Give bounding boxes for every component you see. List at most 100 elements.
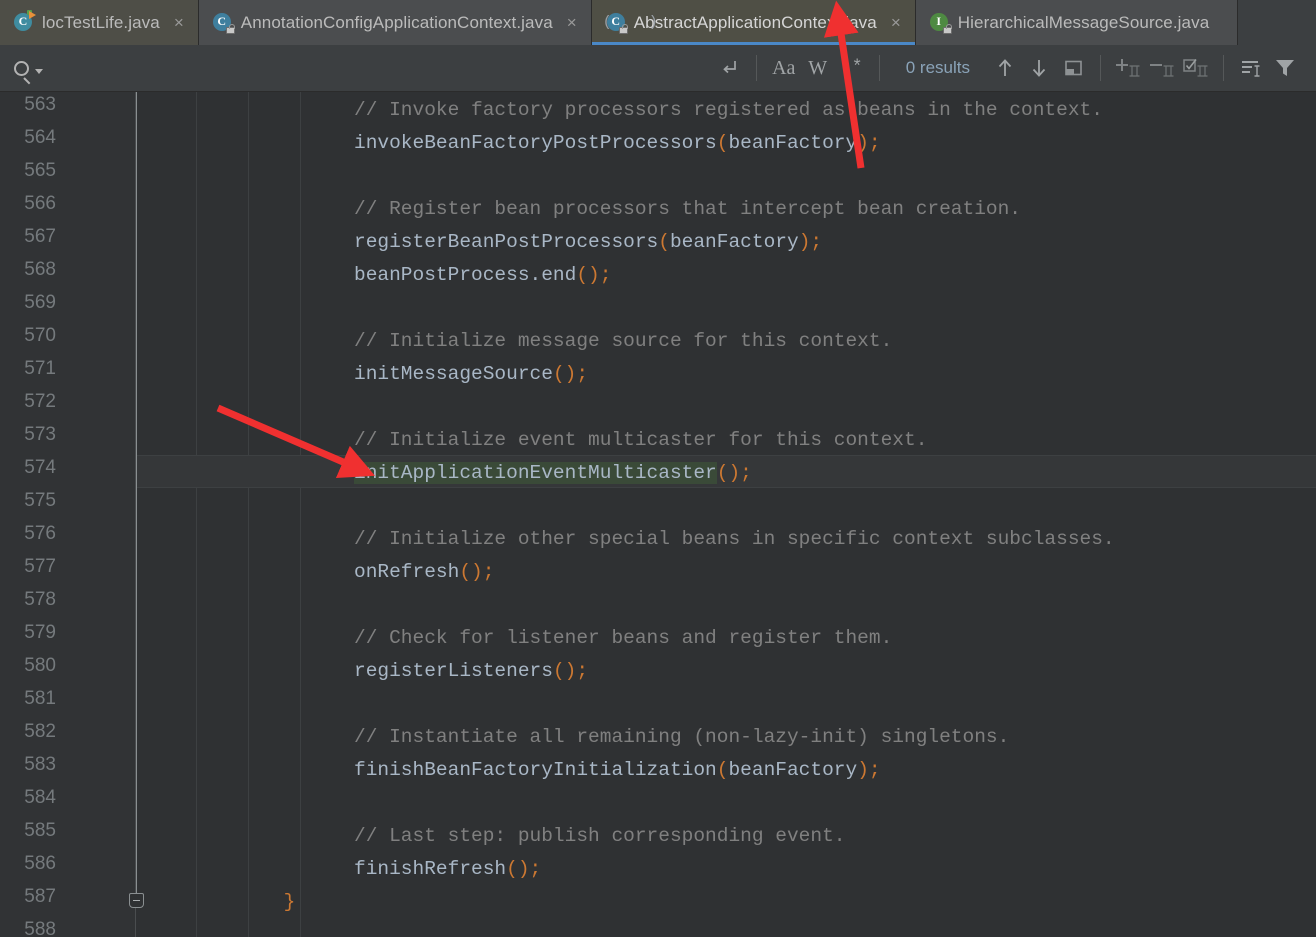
code-line-text: // Initialize event multicaster for this…: [0, 424, 927, 457]
editor-tab-label: AnnotationConfigApplicationContext.java: [240, 12, 553, 32]
find-previous-button[interactable]: [988, 51, 1022, 85]
code-token: (): [576, 264, 600, 286]
code-line[interactable]: [0, 919, 1316, 937]
code-line[interactable]: // Last step: publish corresponding even…: [0, 820, 1316, 853]
regex-toggle[interactable]: .*: [835, 51, 869, 85]
code-token: beanFactory: [669, 231, 799, 253]
close-icon[interactable]: ×: [565, 14, 579, 31]
editor-tab-AbstractApplicationContext[interactable]: ( ) C AbstractApplicationContext.java ×: [591, 0, 916, 45]
code-token: invokeBeanFactoryPostProcessors: [354, 132, 717, 154]
code-line[interactable]: // Invoke factory processors registered …: [0, 94, 1316, 127]
code-line[interactable]: // Check for listener beans and register…: [0, 622, 1316, 655]
code-line[interactable]: beanPostProcess.end();: [0, 259, 1316, 292]
editor-tab-bar: C locTestLife.java × C AnnotationConfigA…: [0, 0, 1316, 45]
code-line-text: initMessageSource();: [0, 358, 588, 391]
new-line-search-toggle[interactable]: [712, 51, 746, 85]
code-token: .: [529, 264, 542, 286]
arrow-down-icon: [1032, 60, 1046, 77]
toolbar-divider: [1223, 55, 1224, 81]
checkbox-caret-icon: [1183, 59, 1208, 77]
code-line-text: registerListeners();: [0, 655, 588, 688]
code-line[interactable]: finishBeanFactoryInitialization(beanFact…: [0, 754, 1316, 787]
code-token: registerBeanPostProcessors: [354, 231, 659, 253]
code-token: registerListeners: [354, 660, 553, 682]
code-token: ;: [529, 858, 542, 880]
code-token: end: [541, 264, 577, 286]
toolbar-divider: [878, 55, 880, 81]
code-token: (: [716, 132, 729, 154]
match-case-toggle[interactable]: Aa: [767, 51, 801, 85]
code-token: // Check for listener beans and register…: [354, 627, 893, 649]
code-line-text: // Check for listener beans and register…: [0, 622, 892, 655]
chevron-down-icon[interactable]: [35, 68, 43, 74]
results-count-label: 0 results: [905, 58, 970, 77]
code-line[interactable]: initApplicationEventMulticaster();: [0, 457, 1316, 490]
select-all-lines-button[interactable]: [1179, 51, 1213, 85]
code-line[interactable]: [0, 787, 1316, 820]
code-token: beanFactory: [728, 759, 858, 781]
java-abstract-class-readonly-icon: ( ) C: [603, 12, 658, 34]
code-token: ): [857, 132, 869, 154]
whole-words-toggle[interactable]: W: [801, 51, 835, 85]
close-icon[interactable]: ×: [172, 14, 186, 31]
code-token: beanPostProcess: [354, 264, 530, 286]
code-line[interactable]: [0, 589, 1316, 622]
collapse-fold-icon[interactable]: [129, 893, 144, 908]
code-line[interactable]: [0, 292, 1316, 325]
ide-window: C locTestLife.java × C AnnotationConfigA…: [0, 0, 1316, 937]
find-toolbar: Aa W .* 0 results: [0, 44, 1316, 92]
code-token: (): [506, 858, 530, 880]
arrow-up-icon: [998, 59, 1012, 76]
code-line-text: // Register bean processors that interce…: [0, 193, 1021, 226]
code-line[interactable]: [0, 688, 1316, 721]
code-line[interactable]: [0, 490, 1316, 523]
code-token: beanFactory: [728, 132, 858, 154]
sort-results-button[interactable]: [1234, 51, 1268, 85]
code-token: initMessageSource: [354, 363, 553, 385]
code-token: initApplicationEventMulticaster: [354, 462, 717, 484]
code-editor[interactable]: 563 564 565 566 567 568 569 570 571 572 573 574 575 5…: [0, 92, 1316, 937]
code-token: finishRefresh: [354, 858, 507, 880]
code-token: // Initialize other special beans in spe…: [354, 528, 1115, 550]
code-token: (: [658, 231, 670, 253]
java-interface-readonly-icon: I: [929, 12, 952, 34]
code-token: (): [459, 561, 483, 583]
code-line[interactable]: invokeBeanFactoryPostProcessors(beanFact…: [0, 127, 1316, 160]
code-token: ;: [868, 132, 881, 154]
code-line[interactable]: onRefresh();: [0, 556, 1316, 589]
remove-occurrence-button[interactable]: [1145, 51, 1179, 85]
code-line-text: // Initialize message source for this co…: [0, 325, 892, 358]
code-line[interactable]: finishRefresh();: [0, 853, 1316, 886]
code-line[interactable]: // Instantiate all remaining (non-lazy-i…: [0, 721, 1316, 754]
code-line[interactable]: // Initialize other special beans in spe…: [0, 523, 1316, 556]
code-content[interactable]: // Invoke factory processors registered …: [0, 92, 1316, 937]
editor-tab-locTestLife[interactable]: C locTestLife.java ×: [0, 0, 199, 45]
code-line[interactable]: initMessageSource();: [0, 358, 1316, 391]
code-line[interactable]: // Initialize event multicaster for this…: [0, 424, 1316, 457]
filter-icon: [1276, 60, 1294, 76]
toolbar-divider: [1100, 55, 1101, 81]
code-line[interactable]: // Register bean processors that interce…: [0, 193, 1316, 226]
minus-caret-icon: [1150, 64, 1174, 77]
code-line[interactable]: // Initialize message source for this co…: [0, 325, 1316, 358]
code-line[interactable]: registerListeners();: [0, 655, 1316, 688]
code-token: (): [552, 660, 577, 682]
code-token: ;: [740, 462, 752, 484]
filter-button[interactable]: [1268, 51, 1302, 85]
search-field-group[interactable]: [0, 44, 520, 92]
code-token: ): [857, 759, 869, 781]
close-icon[interactable]: ×: [889, 14, 903, 31]
editor-tab-HierarchicalMessageSource[interactable]: I HierarchicalMessageSource.java: [915, 0, 1239, 45]
code-line[interactable]: [0, 160, 1316, 193]
code-line[interactable]: registerBeanPostProcessors(beanFactory);: [0, 226, 1316, 259]
find-next-button[interactable]: [1022, 51, 1056, 85]
editor-tab-AnnotationConfigApplicationContext[interactable]: C AnnotationConfigApplicationContext.jav…: [198, 0, 592, 45]
select-all-occurrences-button[interactable]: [1056, 51, 1090, 85]
search-input[interactable]: [47, 44, 520, 92]
code-line[interactable]: [0, 391, 1316, 424]
code-line[interactable]: }: [0, 886, 1316, 919]
toolbar-divider: [755, 55, 757, 81]
code-token: // Instantiate all remaining (non-lazy-i…: [354, 726, 1010, 748]
add-occurrence-button[interactable]: [1111, 51, 1145, 85]
open-in-panel-icon: [1065, 60, 1082, 76]
